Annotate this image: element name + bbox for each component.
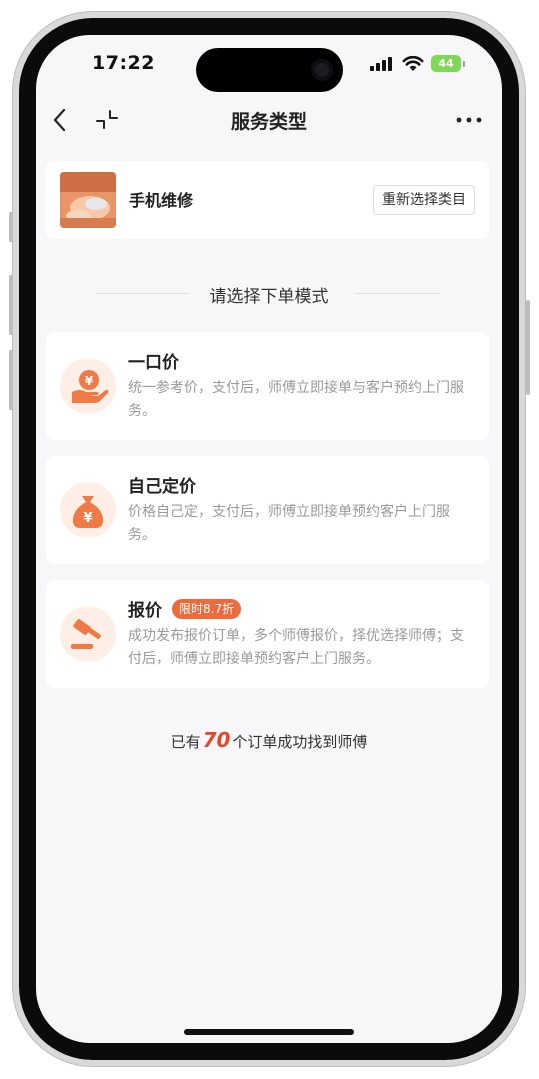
reselect-category-button[interactable]: 重新选择类目: [373, 185, 475, 215]
mode-card-self-price[interactable]: ¥ 自己定价 价格自己定，支付后，师傅立即接单预约客户上门服务。: [46, 456, 489, 564]
more-icon[interactable]: [454, 107, 484, 133]
service-name: 手机维修: [129, 191, 194, 210]
discount-badge: 限时8.7折: [172, 599, 242, 619]
mode-title: 报价: [128, 601, 162, 621]
stats-prefix: 已有: [170, 733, 201, 751]
nav-bar: 服务类型: [36, 97, 502, 147]
camera-icon: [311, 59, 333, 81]
service-thumbnail: [60, 172, 116, 228]
mode-description: 价格自己定，支付后，师傅立即接单预约客户上门服务。: [128, 504, 450, 543]
yen-hand-icon: ¥: [60, 358, 116, 414]
wifi-icon: [402, 55, 424, 71]
side-button-right: [526, 300, 530, 395]
home-indicator: [184, 1029, 354, 1035]
signal-icon: [370, 57, 396, 71]
svg-text:¥: ¥: [85, 374, 94, 388]
mode-title: 一口价: [128, 353, 179, 373]
mode-description: 统一参考价，支付后，师傅立即接单与客户预约上门服务。: [128, 380, 464, 419]
mode-card-fixed-price[interactable]: ¥ 一口价 统一参考价，支付后，师傅立即接单与客户预约上门服务。: [46, 332, 489, 440]
battery-icon: 44: [431, 55, 465, 72]
divider-right: [354, 293, 440, 294]
status-time: 17:22: [92, 52, 155, 74]
money-bag-icon: ¥: [60, 482, 116, 538]
mode-card-quote[interactable]: 报价 限时8.7折 成功发布报价订单，多个师傅报价，择优选择师傅；支付后，师傅立…: [46, 580, 489, 688]
side-button-left-1: [9, 212, 13, 242]
svg-text:¥: ¥: [83, 511, 92, 526]
section-title: 请选择下单模式: [209, 287, 329, 307]
section-header: 请选择下单模式: [36, 280, 502, 307]
page-title: 服务类型: [230, 111, 307, 133]
dynamic-island: [196, 48, 343, 92]
gavel-icon: [60, 606, 116, 662]
order-stats: 已有 70 个订单成功找到师傅: [36, 728, 502, 752]
service-card: 手机维修 重新选择类目: [46, 161, 489, 239]
stats-suffix: 个订单成功找到师傅: [232, 733, 368, 751]
stats-count: 70: [202, 728, 231, 752]
screen: 17:22 44 服务类型 手机维修 重新选择类目 请选择下单模式 ¥ 一口价 …: [36, 35, 502, 1043]
mode-description: 成功发布报价订单，多个师傅报价，择优选择师傅；支付后，师傅立即接单预约客户上门服…: [128, 628, 464, 667]
side-button-left-2: [9, 275, 13, 335]
status-bar: 17:22 44: [36, 35, 502, 95]
side-button-left-3: [9, 350, 13, 410]
mode-title: 自己定价: [128, 477, 196, 497]
